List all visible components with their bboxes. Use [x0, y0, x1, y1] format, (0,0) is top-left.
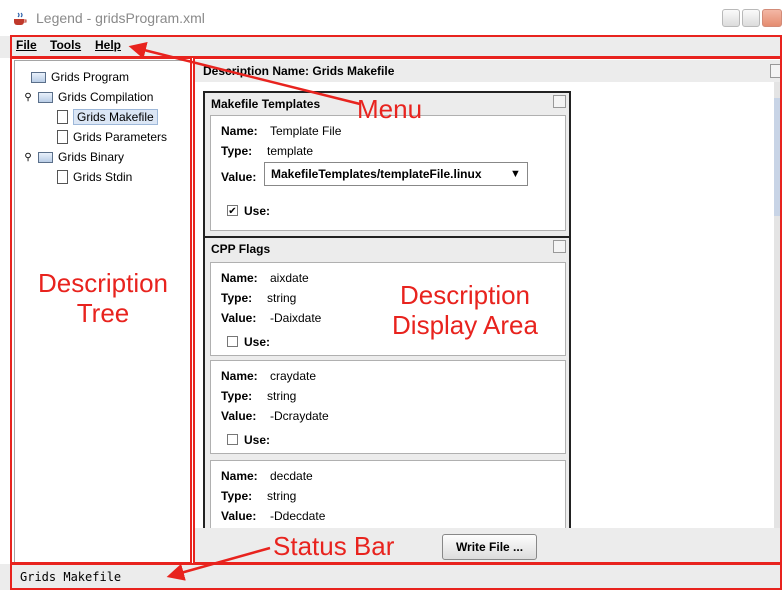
status-annotation-box — [10, 563, 782, 590]
window-title: Legend - gridsProgram.xml — [36, 10, 205, 26]
tree-annotation-label: Description Tree — [14, 268, 192, 328]
display-annotation-line2: Display Area — [392, 310, 538, 340]
close-button[interactable] — [762, 9, 782, 27]
tree-annotation-line2: Tree — [76, 298, 130, 328]
menu-annotation-box — [10, 35, 782, 58]
display-annotation-label: Description Display Area — [370, 280, 560, 340]
display-annotation-line1: Description — [399, 280, 531, 310]
status-annotation-label: Status Bar — [273, 531, 395, 561]
tree-annotation-line1: Description — [37, 268, 169, 298]
minimize-button[interactable] — [722, 9, 740, 27]
java-cup-icon — [14, 12, 27, 25]
menu-annotation-label: Menu — [357, 94, 423, 124]
maximize-button[interactable] — [742, 9, 760, 27]
